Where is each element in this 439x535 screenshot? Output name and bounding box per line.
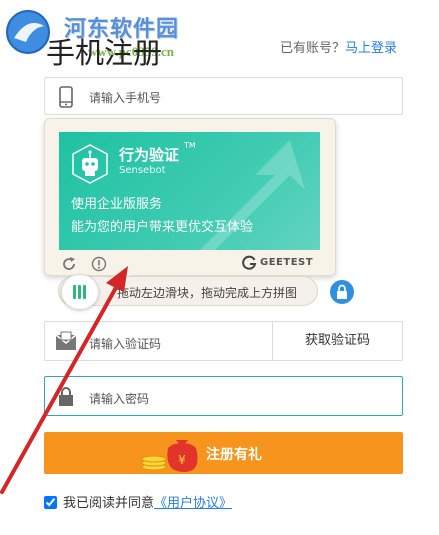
page-title: 手机注册 — [46, 36, 163, 70]
captcha-popup: 行为验证 TM Sensebot 使用企业版服务 能为您的用户带来更优交互体验 … — [44, 118, 336, 280]
money-bag-icon: ¥ — [141, 440, 198, 472]
lock-icon — [59, 387, 73, 406]
captcha-brand: 行为验证 — [119, 146, 180, 164]
user-agreement-link[interactable]: 《用户协议》 — [154, 496, 232, 511]
agreement-row: 我已阅读并同意《用户协议》 — [44, 492, 232, 511]
phone-field[interactable]: 请输入手机号 — [44, 77, 403, 115]
geetest-logo-icon — [242, 255, 257, 270]
phone-icon — [59, 86, 73, 108]
captcha-promo-line2: 能为您的用户带来更优交互体验 — [71, 220, 254, 235]
refresh-icon[interactable] — [61, 256, 77, 272]
get-code-button[interactable]: 获取验证码 — [272, 321, 402, 361]
geetest-brand: GEETEST — [260, 257, 314, 268]
watermark-logo-icon — [6, 10, 50, 54]
login-prompt-text: 已有账号？ — [280, 41, 346, 56]
info-icon[interactable] — [91, 256, 107, 272]
robot-icon — [72, 144, 108, 184]
password-placeholder: 请输入密码 — [89, 392, 150, 406]
code-placeholder: 请输入验证码 — [89, 337, 162, 351]
captcha-promo-line1: 使用企业版服务 — [71, 197, 163, 212]
login-prompt: 已有账号？马上登录 — [280, 37, 397, 56]
svg-text:¥: ¥ — [178, 453, 186, 467]
register-label: 注册有礼 — [206, 447, 262, 463]
verification-code-field[interactable]: 请输入验证码 获取验证码 — [44, 321, 403, 361]
login-link[interactable]: 马上登录 — [345, 41, 397, 56]
slider-hint: 拖动左边滑块，拖动完成上方拼图 — [117, 286, 298, 300]
agreement-checkbox[interactable] — [44, 496, 57, 509]
envelope-icon — [55, 331, 77, 350]
agreement-text: 我已阅读并同意 — [63, 496, 155, 511]
knob-grip-icon — [73, 285, 76, 299]
password-field[interactable]: 请输入密码 — [44, 376, 403, 416]
register-button[interactable]: ¥ 注册有礼 — [44, 432, 403, 474]
knob-grip-icon — [83, 285, 86, 299]
phone-placeholder: 请输入手机号 — [89, 91, 162, 105]
slider-knob[interactable] — [61, 274, 99, 310]
captcha-brand-sub: Sensebot — [119, 165, 166, 176]
knob-grip-icon — [78, 285, 81, 299]
captcha-banner: 行为验证 TM Sensebot 使用企业版服务 能为您的用户带来更优交互体验 — [59, 132, 320, 250]
captcha-trademark: TM — [184, 141, 196, 150]
padlock-icon — [330, 280, 354, 304]
